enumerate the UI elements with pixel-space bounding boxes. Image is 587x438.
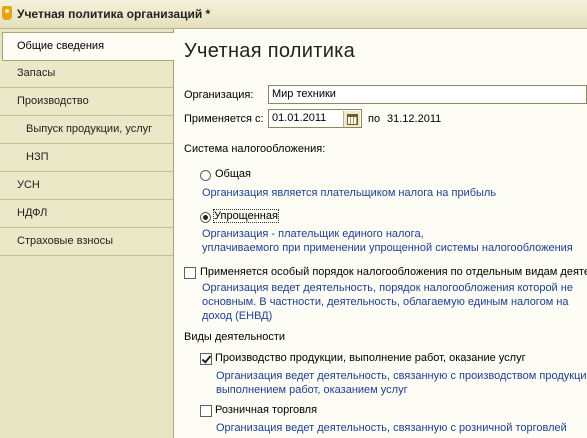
sidebar-item-label: НДФЛ [17,207,48,219]
calendar-icon[interactable] [343,111,360,127]
general-option-label[interactable]: Общая [215,168,251,180]
retail-description-1: Организация ведет деятельность, связанну… [216,422,567,434]
app-icon [2,6,12,20]
simplified-option-label[interactable]: Упрощенная [213,209,279,223]
sidebar-item-label: Общие сведения [17,40,105,52]
production-label[interactable]: Производство продукции, выполнение работ… [215,352,526,364]
sidebar-item-stocks[interactable]: Запасы [0,60,173,88]
special-order-checkbox[interactable] [184,267,196,279]
general-option-description: Организация является плательщиком налога… [202,187,497,199]
special-order-description-2: основным. В частности, деятельность, обл… [202,296,569,308]
general-radio[interactable] [200,170,211,181]
applies-from-label: Применяется с: [184,113,264,125]
production-checkbox[interactable] [200,353,212,365]
sidebar-item-label: УСН [17,179,40,191]
special-order-description-1: Организация ведет деятельность, порядок … [202,282,573,294]
sidebar-item-output[interactable]: Выпуск продукции, услуг [0,116,173,144]
simplified-radio[interactable] [200,212,211,223]
sidebar-item-usn[interactable]: УСН [0,172,173,200]
sidebar-item-label: НЗП [26,151,49,163]
tax-system-label: Система налогообложения: [184,143,326,155]
special-order-description-3: доход (ЕНВД) [202,310,273,322]
simplified-description-2: уплачиваемого при применении упрощенной … [202,242,573,254]
date-to-prefix: по [368,113,381,125]
special-order-label[interactable]: Применяется особый порядок налогообложен… [200,266,587,278]
retail-checkbox[interactable] [200,405,212,417]
title-bar: Учетная политика организаций * [0,0,587,29]
sidebar-item-general[interactable]: Общие сведения [2,32,174,61]
sidebar-item-ndfl[interactable]: НДФЛ [0,200,173,228]
date-from-value: 01.01.2011 [272,112,327,124]
retail-label[interactable]: Розничная торговля [215,404,317,416]
window-title: Учетная политика организаций * [17,7,211,21]
simplified-description-1: Организация - плательщик единого налога, [202,228,424,240]
sidebar-item-insurance[interactable]: Страховые взносы [0,228,173,256]
sidebar-item-production[interactable]: Производство [0,88,173,116]
sidebar-item-label: Производство [17,95,89,107]
activities-label: Виды деятельности [184,331,286,343]
sidebar: Общие сведения Запасы Производство Выпус… [0,29,174,438]
sidebar-item-label: Выпуск продукции, услуг [26,123,153,135]
production-description-1: Организация ведет деятельность, связанну… [216,370,587,382]
date-from-field[interactable]: 01.01.2011 [268,109,362,128]
page-title: Учетная политика [184,40,356,62]
organization-label: Организация: [184,89,254,101]
date-to-value: 31.12.2011 [387,113,442,125]
production-description-2: выполнением работ, оказанием услуг [216,384,408,396]
sidebar-item-label: Страховые взносы [17,235,113,247]
organization-field[interactable]: Мир техники [268,85,587,104]
sidebar-item-label: Запасы [17,67,56,79]
sidebar-item-wip[interactable]: НЗП [0,144,173,172]
main-panel: Учетная политика Организация: Мир техник… [174,29,587,438]
